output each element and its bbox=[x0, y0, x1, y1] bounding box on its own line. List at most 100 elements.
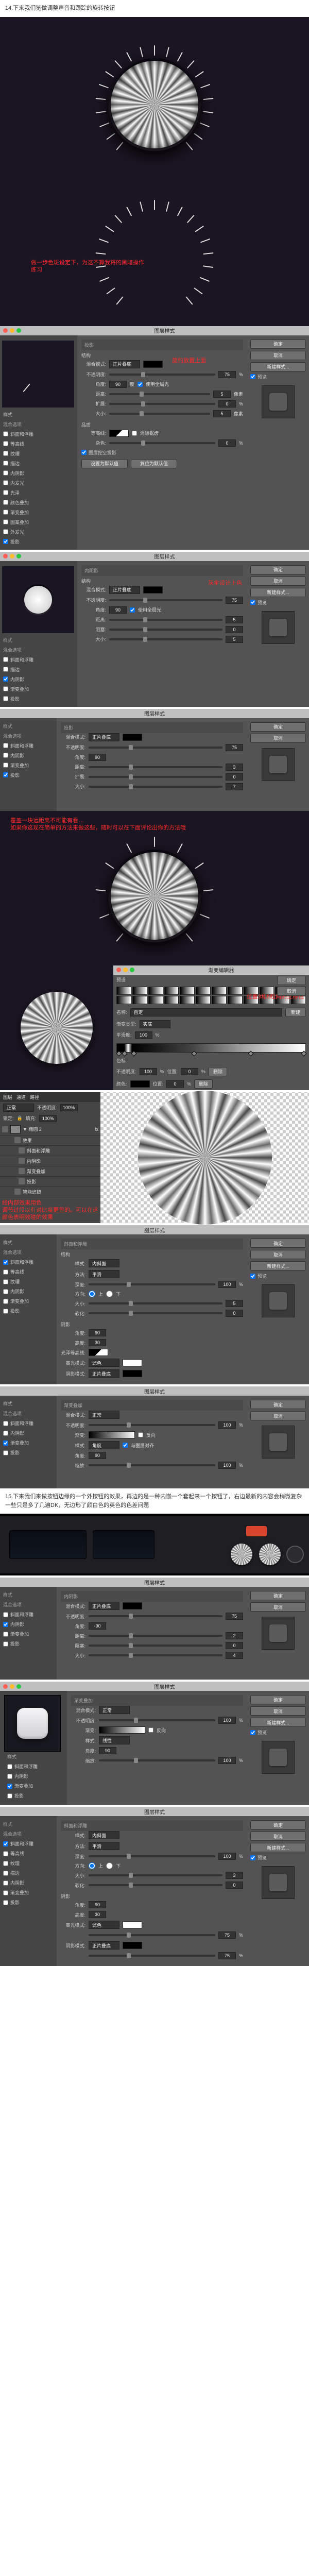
preview-check[interactable] bbox=[250, 1274, 255, 1279]
spread-slider[interactable] bbox=[109, 403, 215, 405]
cancel-button[interactable]: 取消 bbox=[250, 1411, 306, 1420]
style-item[interactable]: 内阴影 bbox=[0, 674, 77, 684]
slider[interactable] bbox=[99, 1759, 215, 1761]
zoom-icon[interactable] bbox=[16, 328, 21, 333]
slider[interactable] bbox=[89, 1884, 222, 1886]
shadow-select[interactable]: 正片叠底 bbox=[89, 1369, 119, 1378]
slider[interactable] bbox=[89, 1955, 215, 1957]
shadow-color[interactable] bbox=[123, 1942, 142, 1949]
style-item[interactable]: 内发光 bbox=[0, 478, 77, 488]
bevel-method-select[interactable]: 平滑 bbox=[89, 1842, 119, 1850]
slider[interactable] bbox=[89, 786, 222, 788]
style-item[interactable]: 颜色叠加 bbox=[0, 498, 77, 507]
style-item[interactable]: 等高线 bbox=[0, 1849, 57, 1858]
color-swatch[interactable] bbox=[143, 361, 163, 368]
grad-style-select[interactable]: 角度 bbox=[89, 1441, 119, 1449]
style-item[interactable]: 内阴影 bbox=[0, 751, 57, 760]
shadow-select[interactable]: 正片叠底 bbox=[89, 1941, 119, 1950]
dir-up[interactable] bbox=[89, 1862, 95, 1869]
minimize-icon[interactable] bbox=[10, 328, 14, 333]
hilite-select[interactable]: 滤色 bbox=[89, 1921, 119, 1929]
fx-item[interactable]: 渐变叠加 bbox=[0, 1166, 100, 1177]
ok-button[interactable]: 确定 bbox=[250, 722, 306, 732]
style-item[interactable]: 等高线 bbox=[0, 1267, 57, 1277]
visibility-icon[interactable] bbox=[14, 1189, 21, 1195]
style-item[interactable]: 斜面和浮雕 bbox=[0, 1839, 57, 1849]
cancel-button[interactable]: 取消 bbox=[250, 1832, 306, 1841]
opacity-value[interactable]: 75 bbox=[226, 597, 243, 604]
type-select[interactable]: 实底 bbox=[140, 1020, 170, 1028]
gradient-picker[interactable] bbox=[99, 1726, 145, 1734]
style-item[interactable]: 渐变叠加 bbox=[0, 1438, 57, 1448]
hilite-select[interactable]: 滤色 bbox=[89, 1359, 119, 1367]
style-check[interactable] bbox=[3, 441, 8, 446]
style-item[interactable]: 渐变叠加 bbox=[0, 1296, 57, 1306]
style-item[interactable]: 斜面和浮雕 bbox=[0, 1609, 57, 1619]
style-check[interactable] bbox=[3, 451, 8, 456]
choke-value[interactable]: 0 bbox=[226, 626, 243, 633]
distance-value[interactable]: 5 bbox=[213, 391, 231, 398]
style-item[interactable]: 斜面和浮雕 bbox=[0, 741, 57, 751]
style-check[interactable] bbox=[3, 480, 8, 485]
style-item[interactable]: 渐变叠加 bbox=[0, 1629, 57, 1639]
grad-style-select[interactable]: 线性 bbox=[99, 1736, 130, 1744]
slider[interactable] bbox=[89, 1283, 215, 1285]
slider[interactable] bbox=[89, 1615, 222, 1617]
tab-paths[interactable]: 路径 bbox=[30, 1094, 39, 1100]
blend-options[interactable]: 混合选项 bbox=[0, 731, 57, 741]
style-item[interactable]: 斜面和浮雕 bbox=[4, 1761, 63, 1771]
zoom-icon[interactable] bbox=[130, 968, 134, 972]
style-item[interactable]: 渐变叠加 bbox=[4, 1781, 63, 1791]
style-item[interactable]: 图案叠加 bbox=[0, 517, 77, 527]
visibility-icon[interactable] bbox=[2, 1126, 8, 1132]
style-item[interactable]: 斜面和浮雕 bbox=[0, 1257, 57, 1267]
size-value[interactable]: 5 bbox=[226, 636, 243, 643]
stop-color[interactable] bbox=[130, 1080, 150, 1088]
style-item[interactable]: 斜面和浮雕 bbox=[0, 655, 77, 665]
visibility-icon[interactable] bbox=[19, 1158, 25, 1164]
preview-check[interactable] bbox=[250, 600, 255, 605]
color-swatch[interactable] bbox=[123, 734, 142, 741]
cancel-button[interactable]: 取消 bbox=[250, 1602, 306, 1612]
slider[interactable] bbox=[89, 1934, 215, 1936]
style-item[interactable]: 外发光 bbox=[0, 527, 77, 537]
cancel-button[interactable]: 取消 bbox=[250, 1706, 306, 1716]
size-slider[interactable] bbox=[109, 638, 222, 640]
blend-mode-select[interactable]: 正常 bbox=[3, 1104, 34, 1112]
cancel-button[interactable]: 取消 bbox=[250, 577, 306, 586]
cancel-button[interactable]: 取消 bbox=[250, 734, 306, 743]
hilite-color[interactable] bbox=[123, 1921, 142, 1928]
slider[interactable] bbox=[89, 1654, 222, 1656]
gloss-contour[interactable] bbox=[89, 1349, 108, 1356]
new-style-button[interactable]: 新建样式... bbox=[250, 362, 306, 371]
style-item[interactable]: 投影 bbox=[0, 1306, 57, 1316]
zoom-icon[interactable] bbox=[16, 1684, 21, 1689]
global-light-check[interactable] bbox=[130, 607, 135, 613]
cancel-button[interactable]: 取消 bbox=[277, 987, 306, 996]
distance-slider[interactable] bbox=[109, 393, 210, 395]
slider[interactable] bbox=[89, 1464, 215, 1466]
ok-button[interactable]: 确定 bbox=[250, 1695, 306, 1704]
anti-check[interactable] bbox=[132, 431, 137, 436]
ok-button[interactable]: 确定 bbox=[250, 1239, 306, 1248]
slider[interactable] bbox=[89, 747, 222, 749]
style-item[interactable]: 内阴影 bbox=[0, 1286, 57, 1296]
bevel-style-select[interactable]: 内斜面 bbox=[89, 1831, 119, 1839]
visibility-icon[interactable] bbox=[19, 1147, 25, 1154]
style-item[interactable]: 描边 bbox=[0, 665, 77, 674]
preview-check[interactable] bbox=[250, 1730, 255, 1735]
style-item[interactable]: 内阴影 bbox=[0, 468, 77, 478]
ok-button[interactable]: 确定 bbox=[277, 976, 306, 985]
align-check[interactable] bbox=[123, 1443, 128, 1448]
zoom-icon[interactable] bbox=[16, 554, 21, 558]
delete-stop-button[interactable]: 删除 bbox=[209, 1067, 227, 1076]
style-check[interactable] bbox=[3, 470, 8, 476]
color-swatch[interactable] bbox=[123, 1602, 142, 1609]
style-check[interactable] bbox=[3, 431, 8, 436]
close-icon[interactable] bbox=[116, 968, 121, 972]
blend-select[interactable]: 正常 bbox=[99, 1706, 130, 1714]
ok-button[interactable]: 确定 bbox=[250, 1591, 306, 1600]
noise-slider[interactable] bbox=[109, 442, 215, 444]
style-item[interactable]: 描边 bbox=[0, 459, 77, 468]
delete-stop-button[interactable]: 删除 bbox=[194, 1079, 213, 1089]
